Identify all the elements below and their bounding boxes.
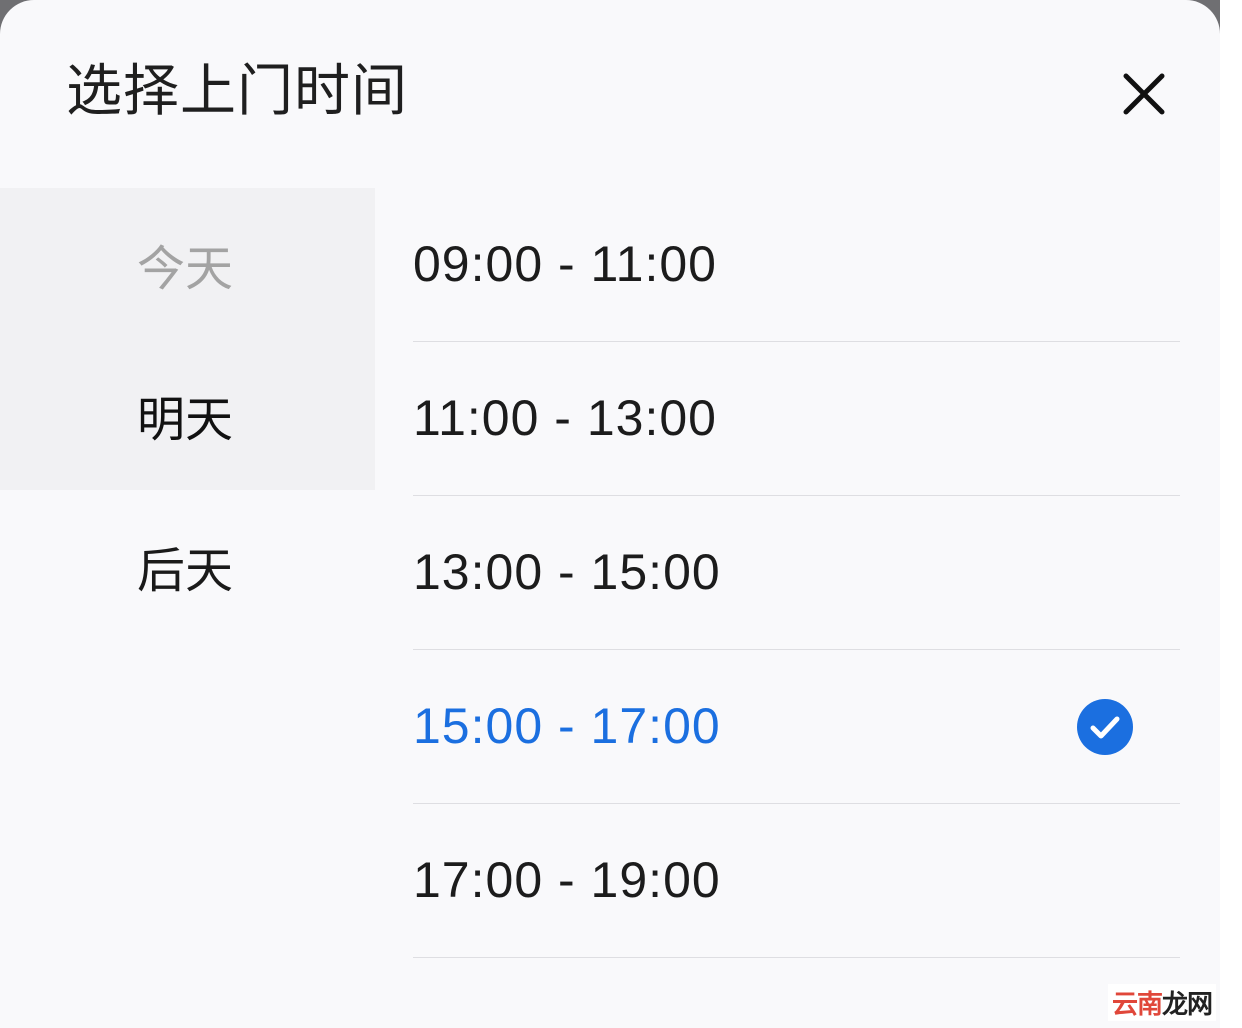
time-slot-label: 11:00 - 13:00	[413, 389, 717, 446]
time-slot-0900-1100[interactable]: 09:00 - 11:00	[413, 188, 1180, 342]
time-slot-label: 17:00 - 19:00	[413, 851, 721, 908]
time-slot-1300-1500[interactable]: 13:00 - 15:00	[413, 496, 1180, 650]
time-picker-sheet: 选择上门时间 今天 明天 后天 09:00 - 11:00 11:00 - 13…	[0, 0, 1220, 1028]
time-slot-1700-1900[interactable]: 17:00 - 19:00	[413, 804, 1180, 958]
day-label: 今天	[137, 240, 234, 297]
dialog-title: 选择上门时间	[66, 59, 408, 124]
time-slot-1500-1700[interactable]: 15:00 - 17:00	[413, 650, 1180, 804]
close-button[interactable]	[1112, 62, 1176, 126]
time-slot-label: 15:00 - 17:00	[413, 697, 721, 754]
watermark-text-main: 云南	[1112, 990, 1163, 1020]
page-edge	[1220, 0, 1242, 1028]
time-slot-list: 09:00 - 11:00 11:00 - 13:00 13:00 - 15:0…	[413, 188, 1180, 958]
day-item-today[interactable]: 今天	[0, 188, 375, 339]
day-label: 明天	[137, 391, 234, 448]
watermark-logo: 云南龙网	[1108, 984, 1217, 1021]
time-slot-1100-1300[interactable]: 11:00 - 13:00	[413, 342, 1180, 496]
watermark-text-tail: 龙网	[1162, 990, 1213, 1020]
close-icon	[1123, 73, 1165, 115]
check-circle-icon	[1077, 698, 1133, 755]
time-slot-label: 09:00 - 11:00	[413, 235, 717, 292]
time-slot-label: 13:00 - 15:00	[413, 543, 721, 600]
day-item-day-after-tomorrow[interactable]: 后天	[0, 490, 375, 641]
day-item-tomorrow[interactable]: 明天	[0, 339, 375, 490]
day-label: 后天	[137, 542, 234, 599]
day-list: 今天 明天 后天	[0, 188, 375, 641]
